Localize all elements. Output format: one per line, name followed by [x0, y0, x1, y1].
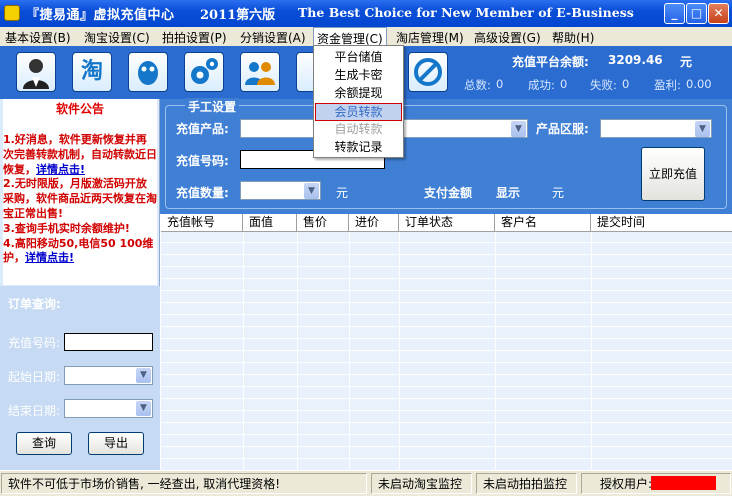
notice-panel: 软件公告 1.好消息，软件更新恢复并再次完善转款机制，自动转款近日恢复，详情点击…: [3, 99, 157, 285]
pay-amount-unit: 元: [552, 186, 565, 200]
stat-fail: 0: [622, 77, 630, 91]
menu-distribution-settings[interactable]: 分销设置(A): [240, 29, 306, 46]
maximize-button[interactable]: □: [686, 3, 707, 24]
chevron-down-icon[interactable]: ▼: [136, 368, 151, 383]
query-start-label: 起始日期:: [8, 370, 61, 384]
query-end-date-select[interactable]: ▼: [64, 399, 153, 418]
product-label: 充值产品:: [176, 122, 229, 136]
table-grid-lines: [161, 232, 732, 470]
qq-icon[interactable]: [128, 52, 168, 92]
qty-label: 充值数量:: [176, 186, 229, 200]
status-bar: 软件不可低于市场价销售, 一经查出, 取消代理资格! 未启动淘宝监控 未启动拍拍…: [0, 470, 732, 496]
window-slogan: The Best Choice for New Member of E-Busi…: [298, 5, 634, 20]
status-taobao-monitor: 未启动淘宝监控: [371, 473, 472, 494]
notice-link-4[interactable]: 详情点击!: [25, 251, 74, 264]
query-phone-input[interactable]: [64, 333, 153, 351]
col-account[interactable]: 充值帐号: [161, 214, 243, 232]
recharge-now-button[interactable]: 立即充值: [641, 147, 705, 201]
col-price[interactable]: 售价: [297, 214, 349, 232]
auth-user-redacted: [651, 476, 716, 490]
query-start-date-select[interactable]: ▼: [64, 366, 153, 385]
col-customer[interactable]: 客户名: [495, 214, 591, 232]
close-button[interactable]: ✕: [708, 3, 729, 24]
notice-link-1[interactable]: 详情点击!: [36, 163, 85, 176]
menu-item-transfer-records[interactable]: 转款记录: [315, 139, 402, 157]
menu-taobao-settings[interactable]: 淘宝设置(C): [84, 29, 150, 46]
stat-total-label: 总数:: [464, 78, 491, 92]
menu-item-withdraw[interactable]: 余额提现: [315, 85, 402, 103]
col-submit-time[interactable]: 提交时间: [591, 214, 732, 232]
col-cost[interactable]: 进价: [349, 214, 399, 232]
query-end-label: 结束日期:: [8, 404, 61, 418]
menu-advanced-settings[interactable]: 高级设置(G): [474, 29, 541, 46]
balance-unit: 元: [680, 55, 693, 69]
table-header: 充值帐号 面值 售价 进价 订单状态 客户名 提交时间: [161, 214, 732, 232]
balance-label: 充值平台余额:: [512, 55, 589, 69]
manual-settings-panel: 手工设置 充值产品: ▼ 产品区服: ▼ 充值号码: 充值数量: ▼ 元 支付金…: [160, 98, 732, 214]
export-button[interactable]: 导出: [88, 432, 144, 455]
title-bar: 『捷易通』虚拟充值中心 2011第六版 The Best Choice for …: [0, 0, 732, 27]
col-face-value[interactable]: 面值: [243, 214, 297, 232]
notice-line-1: 1.好消息，软件更新恢复并再次完善转款机制，自动转款近日恢复，详情点击!: [3, 133, 157, 176]
chevron-down-icon[interactable]: ▼: [511, 121, 526, 137]
pay-amount-value: 显示: [496, 186, 521, 200]
menu-shop-management[interactable]: 淘店管理(M): [396, 29, 464, 46]
menu-item-auto-transfer: 自动转款: [334, 122, 383, 136]
menu-fund-management[interactable]: 资金管理(C): [313, 27, 387, 46]
pay-amount-label: 支付金额: [424, 186, 473, 200]
region-select[interactable]: ▼: [600, 119, 712, 138]
app-icon: [4, 5, 20, 21]
members-icon[interactable]: [240, 52, 280, 92]
window-title: 『捷易通』虚拟充值中心: [26, 8, 175, 23]
stat-success-label: 成功:: [528, 78, 555, 92]
minimize-button[interactable]: _: [664, 3, 685, 24]
stat-fail-label: 失败:: [590, 78, 617, 92]
stat-success: 0: [560, 77, 568, 91]
stat-total: 0: [496, 77, 504, 91]
menu-bar: 基本设置(B) 淘宝设置(C) 拍拍设置(P) 分销设置(A) 资金管理(C) …: [0, 27, 732, 46]
taobao-icon[interactable]: 淘: [72, 52, 112, 92]
balance-value: 3209.46: [608, 53, 663, 67]
menu-basic-settings[interactable]: 基本设置(B): [5, 29, 71, 46]
chevron-down-icon[interactable]: ▼: [136, 401, 151, 416]
query-button[interactable]: 查询: [16, 432, 72, 455]
user-icon[interactable]: [16, 52, 56, 92]
manual-settings-title: 手工设置: [185, 98, 240, 115]
number-label: 充值号码:: [176, 154, 229, 168]
window-version: 2011第六版: [200, 8, 276, 23]
menu-item-platform-deposit[interactable]: 平台储值: [315, 49, 402, 67]
qty-select[interactable]: ▼: [240, 181, 321, 200]
menu-paipai-settings[interactable]: 拍拍设置(P): [162, 29, 227, 46]
menu-item-member-transfer[interactable]: 会员转款: [315, 103, 402, 121]
notice-body: 1.好消息，软件更新恢复并再次完善转款机制，自动转款近日恢复，详情点击! 2.无…: [3, 133, 157, 266]
col-order-status[interactable]: 订单状态: [399, 214, 495, 232]
stat-profit-label: 盈利:: [654, 78, 681, 92]
orders-table: 充值帐号 面值 售价 进价 订单状态 客户名 提交时间: [161, 214, 732, 470]
chevron-down-icon[interactable]: ▼: [695, 121, 710, 137]
order-query-title: 订单查询:: [8, 297, 61, 311]
notice-line-4: 4.高阳移动50,电信50 100维护，详情点击!: [3, 236, 154, 265]
status-message: 软件不可低于市场价销售, 一经查出, 取消代理资格!: [1, 473, 367, 494]
region-label: 产品区服:: [536, 122, 589, 136]
chevron-down-icon[interactable]: ▼: [304, 183, 319, 199]
status-paipai-monitor: 未启动拍拍监控: [476, 473, 577, 494]
notice-line-2: 2.无时限版，月版激活码开放采购，软件商品近两天恢复在淘宝正常出售!: [3, 177, 157, 220]
stat-profit: 0.00: [686, 77, 712, 91]
query-phone-label: 充值号码:: [8, 336, 61, 350]
settings-icon[interactable]: [184, 52, 224, 92]
fund-management-dropdown: 平台储值 生成卡密 余额提现 会员转款 自动转款 转款记录: [313, 45, 404, 158]
notice-line-3: 3.查询手机实时余额维护!: [3, 221, 130, 235]
cancel-icon[interactable]: [408, 52, 448, 92]
menu-help[interactable]: 帮助(H): [552, 29, 594, 46]
menu-item-generate-card[interactable]: 生成卡密: [315, 67, 402, 85]
notice-title: 软件公告: [55, 102, 104, 116]
qty-unit: 元: [336, 186, 349, 200]
